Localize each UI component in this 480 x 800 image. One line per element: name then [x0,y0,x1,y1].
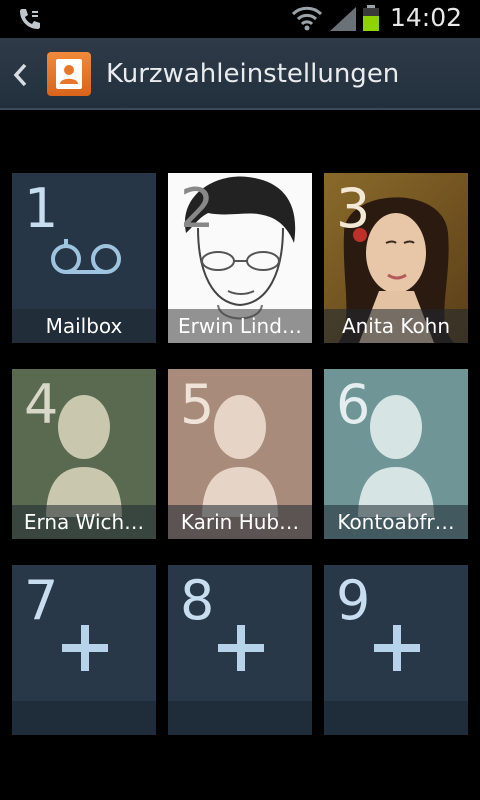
speed-dial-tile-9[interactable]: 9 [324,565,468,735]
speed-dial-tile-1[interactable]: 1 Mailbox [12,173,156,343]
plus-icon [374,625,420,671]
tile-number: 8 [180,569,215,632]
tile-name: Karin Hub… [180,510,300,534]
tile-name: Mailbox [45,314,123,338]
tile-name: Erwin Lind… [178,314,302,338]
clock: 14:02 [390,3,463,32]
speed-dial-tile-4[interactable]: 4 Erna Wich… [12,369,156,539]
tile-number: 6 [336,373,371,436]
tile-name: Erna Wich… [23,510,145,534]
speed-dial-tile-6[interactable]: 6 Kontoabfr… [324,369,468,539]
wifi-icon [291,6,323,31]
signal-icon [330,7,356,31]
speed-dial-grid: 1 Mailbox 2 Erwin Lind… 3 Anita Kohn 4 E… [0,110,480,800]
speed-dial-tile-8[interactable]: 8 [168,565,312,735]
plus-icon [218,625,264,671]
plus-icon [62,625,108,671]
back-arrow-icon[interactable] [10,60,30,90]
contacts-icon[interactable] [47,52,91,96]
action-bar: Kurzwahleinstellungen [0,38,480,110]
name-bar [324,701,468,735]
speed-dial-tile-2[interactable]: 2 Erwin Lind… [168,173,312,343]
status-bar: 14:02 [0,0,480,38]
tile-number: 3 [336,177,371,240]
tile-name: Anita Kohn [341,314,451,338]
phone-icon [20,9,40,29]
tile-number: 4 [24,373,59,436]
name-bar [168,701,312,735]
battery-icon [363,5,379,31]
voicemail-icon [51,239,121,274]
tile-number: 5 [180,373,215,436]
speed-dial-tile-5[interactable]: 5 Karin Hub… [168,369,312,539]
page-title: Kurzwahleinstellungen [106,59,400,89]
tile-name: Kontoabfr… [337,510,455,534]
tile-number: 9 [336,569,371,632]
name-bar [12,701,156,735]
tile-number: 2 [180,177,215,240]
speed-dial-tile-3[interactable]: 3 Anita Kohn [324,173,468,343]
tile-number: 7 [24,569,59,632]
tile-number: 1 [24,177,59,240]
speed-dial-tile-7[interactable]: 7 [12,565,156,735]
